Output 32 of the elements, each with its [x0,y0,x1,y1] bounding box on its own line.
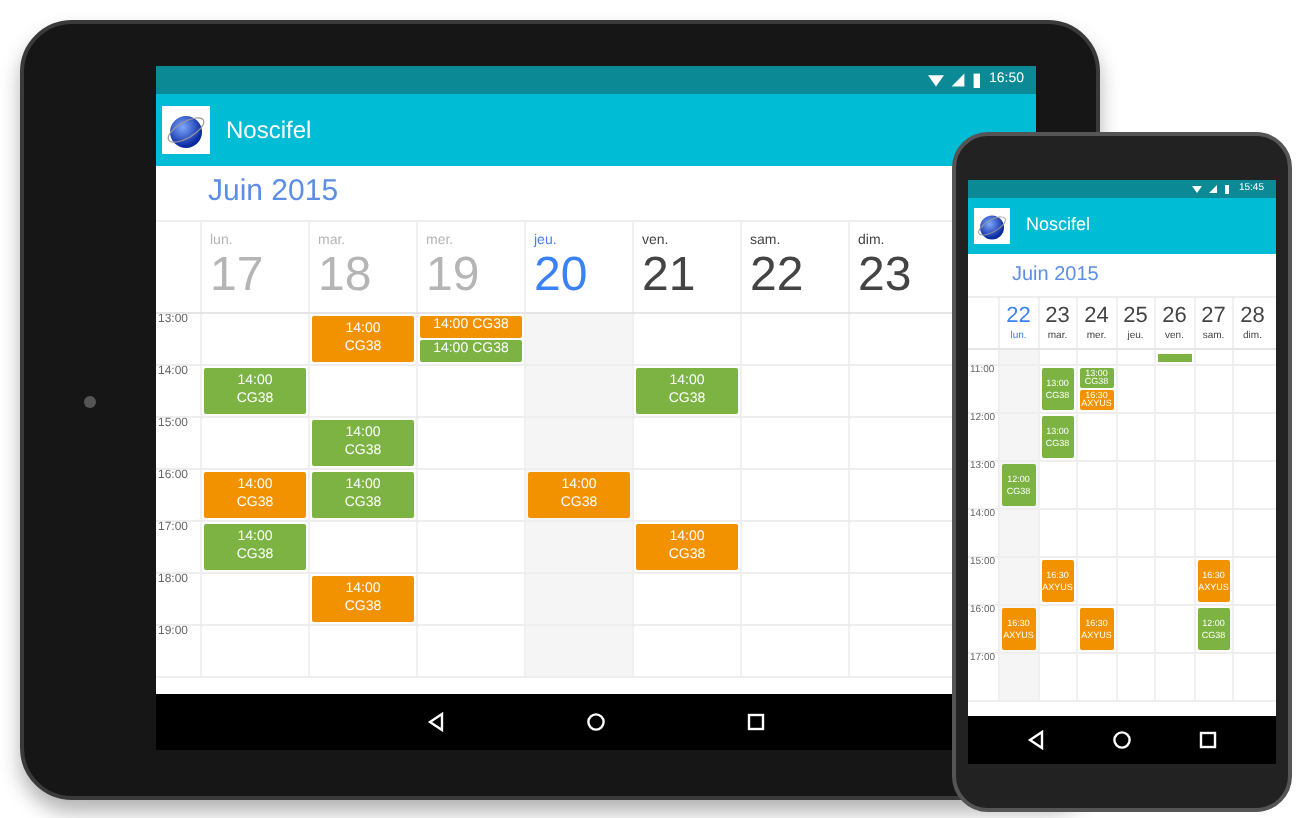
day-number: 21 [642,252,698,300]
day-number: 28 [1240,305,1265,327]
battery-icon [1224,184,1231,194]
day-number: 19 [426,252,482,300]
day-number: 26 [1162,305,1187,327]
home-icon[interactable] [1111,730,1132,750]
day-number: 22 [1006,305,1031,327]
app-title: Noscifel [226,114,312,148]
recents-icon[interactable] [746,712,766,732]
back-icon[interactable] [426,712,446,732]
day-number: 22 [750,252,806,300]
battery-icon [971,72,981,88]
day-number: 23 [1045,305,1070,327]
globe-logo-icon [974,208,1010,244]
wifi-icon [1192,184,1203,194]
day-number: 17 [210,252,266,300]
wifi-icon [927,72,944,88]
signal-icon [949,72,966,88]
globe-logo-icon [162,106,210,154]
signal-icon [1208,184,1219,194]
app-title: Noscifel [1026,212,1091,239]
month-title: Juin 2015 [1012,262,1099,290]
back-icon[interactable] [1025,730,1046,750]
day-number: 24 [1084,305,1109,327]
day-number: 18 [318,252,374,300]
day-number: 20 [534,252,590,300]
home-icon[interactable] [586,712,606,732]
recents-icon[interactable] [1198,730,1219,750]
day-number: 27 [1201,305,1226,327]
month-title: Juin 2015 [208,172,339,213]
day-number: 25 [1123,305,1148,327]
day-number: 23 [858,252,914,300]
